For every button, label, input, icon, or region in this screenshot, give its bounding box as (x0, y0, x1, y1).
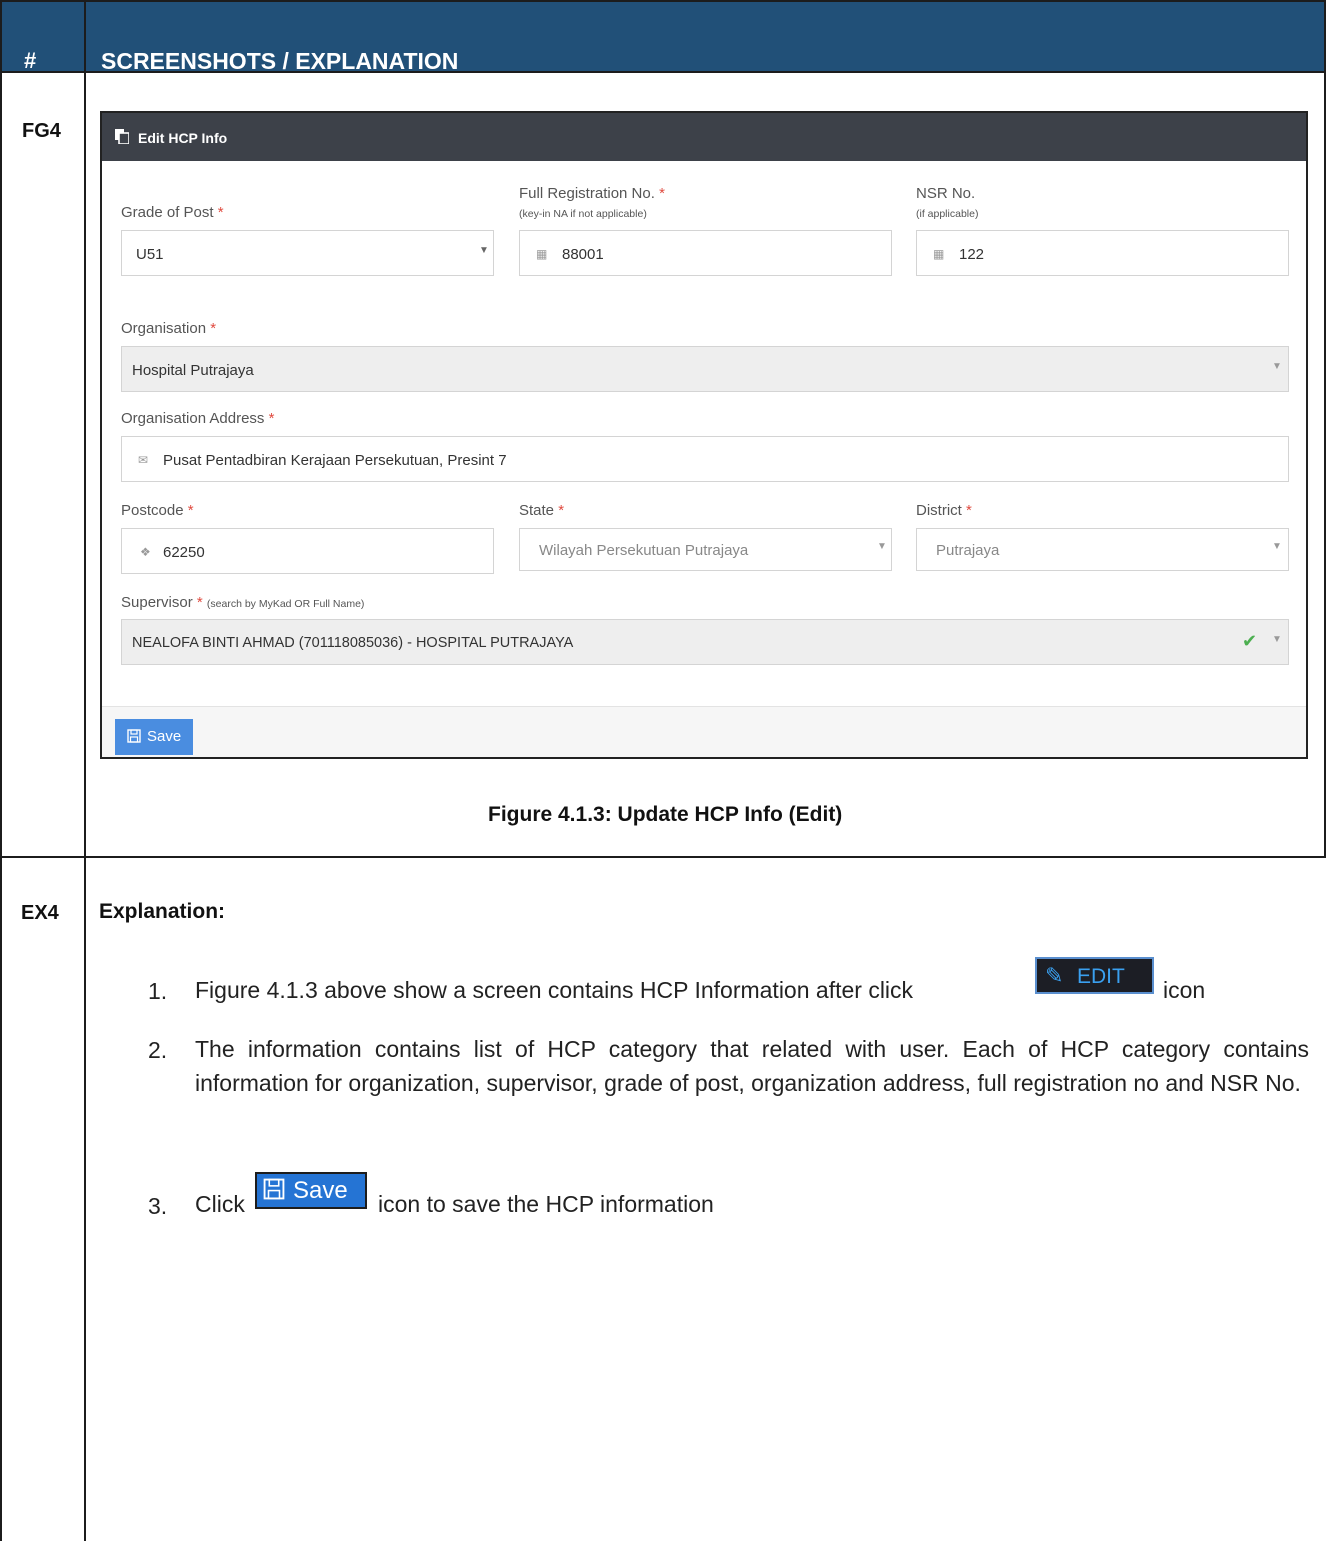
row-label-ex: EX4 (21, 902, 59, 924)
header-title: SCREENSHOTS / EXPLANATION (101, 48, 459, 74)
save-button-image-label: Save (293, 1177, 348, 1204)
postcode-value: 62250 (163, 544, 205, 561)
district-select[interactable]: Putrajaya ▼ (916, 528, 1289, 571)
chevron-down-icon: ▼ (479, 245, 489, 256)
row-label-fg: FG4 (22, 120, 61, 142)
nsr-input[interactable]: ▦ 122 (916, 230, 1289, 276)
briefcase-icon: ▦ (933, 247, 945, 261)
checkmark-icon: ✔ (1242, 631, 1258, 651)
organisation-select[interactable]: Hospital Putrajaya ▼ (121, 346, 1289, 392)
table-header: # SCREENSHOTS / EXPLANATION (0, 0, 1326, 74)
save-button-image: Save (255, 1172, 367, 1209)
supervisor-value: NEALOFA BINTI AHMAD (701118085036) - HOS… (132, 635, 574, 651)
full-reg-input[interactable]: ▦ 88001 (519, 230, 892, 276)
list-item-1-text: Figure 4.1.3 above show a screen contain… (195, 977, 914, 1003)
list-number-3: 3. (148, 1193, 168, 1219)
edit-button-image-label: EDIT (1077, 965, 1125, 988)
panel-title: Edit HCP Info (138, 130, 228, 146)
column-divider (84, 0, 86, 1541)
nsr-value: 122 (959, 246, 985, 263)
document-table: # SCREENSHOTS / EXPLANATION FG4 EX4 Edit… (0, 0, 1332, 1541)
postcode-label: Postcode * (121, 502, 194, 519)
supervisor-select[interactable]: NEALOFA BINTI AHMAD (701118085036) - HOS… (121, 619, 1289, 665)
supervisor-label: Supervisor * (search by MyKad OR Full Na… (121, 594, 365, 611)
organisation-label: Organisation * (121, 320, 217, 337)
list-number-1: 1. (148, 978, 168, 1004)
state-label: State * (519, 502, 565, 519)
left-border (0, 0, 2, 1541)
chevron-down-icon: ▼ (877, 541, 887, 552)
district-value: Putrajaya (936, 542, 1000, 559)
panel-footer (102, 707, 1306, 757)
grade-select[interactable]: U51 ▼ (121, 230, 494, 276)
chevron-down-icon: ▼ (1272, 361, 1282, 372)
state-select[interactable]: Wilayah Persekutuan Putrajaya ▼ (519, 528, 892, 571)
full-reg-label: Full Registration No. * (519, 185, 665, 202)
postcode-input[interactable]: ❖ 62250 (121, 528, 494, 574)
chevron-down-icon: ▼ (1272, 541, 1282, 552)
briefcase-icon: ▦ (536, 247, 548, 261)
row-divider (0, 856, 1326, 858)
chevron-down-icon: ▼ (1272, 634, 1282, 645)
org-address-value: Pusat Pentadbiran Kerajaan Persekutuan, … (163, 452, 507, 469)
copy-icon (115, 129, 129, 144)
org-address-input[interactable]: ✉ Pusat Pentadbiran Kerajaan Persekutuan… (121, 436, 1289, 482)
grade-label: Grade of Post * (121, 204, 224, 221)
envelope-icon: ✉ (138, 453, 149, 467)
org-address-label: Organisation Address * (121, 410, 275, 427)
pin-icon: ❖ (140, 545, 151, 559)
edit-button-image: ✎ EDIT (1035, 957, 1154, 994)
right-border (1324, 0, 1326, 858)
list-number-2: 2. (148, 1037, 168, 1063)
nsr-hint: (if applicable) (916, 208, 979, 220)
edit-icon: ✎ (1045, 963, 1064, 988)
list-item-3-suffix: icon to save the HCP information (378, 1191, 714, 1217)
nsr-label: NSR No. (916, 185, 976, 202)
state-value: Wilayah Persekutuan Putrajaya (539, 542, 749, 559)
edit-hcp-panel: Edit HCP Info Grade of Post * U51 ▼ Full… (100, 111, 1308, 759)
floppy-disk-icon (263, 1178, 285, 1206)
grade-value: U51 (136, 246, 164, 263)
header-number: # (24, 48, 37, 73)
save-button[interactable]: Save (115, 719, 193, 755)
floppy-disk-icon (127, 729, 141, 747)
list-item-2-text: The information contains list of HCP cat… (195, 1036, 1309, 1096)
figure-caption: Figure 4.1.3: Update HCP Info (Edit) (488, 803, 843, 826)
panel-header: Edit HCP Info (102, 113, 1306, 161)
full-reg-value: 88001 (562, 246, 604, 263)
district-label: District * (916, 502, 972, 519)
full-reg-hint: (key-in NA if not applicable) (519, 208, 647, 220)
organisation-value: Hospital Putrajaya (132, 362, 254, 379)
list-item-3-prefix: Click (195, 1191, 245, 1217)
save-button-label: Save (147, 728, 182, 745)
list-item-1-suffix: icon (1163, 977, 1206, 1003)
explanation-title: Explanation: (99, 900, 226, 923)
